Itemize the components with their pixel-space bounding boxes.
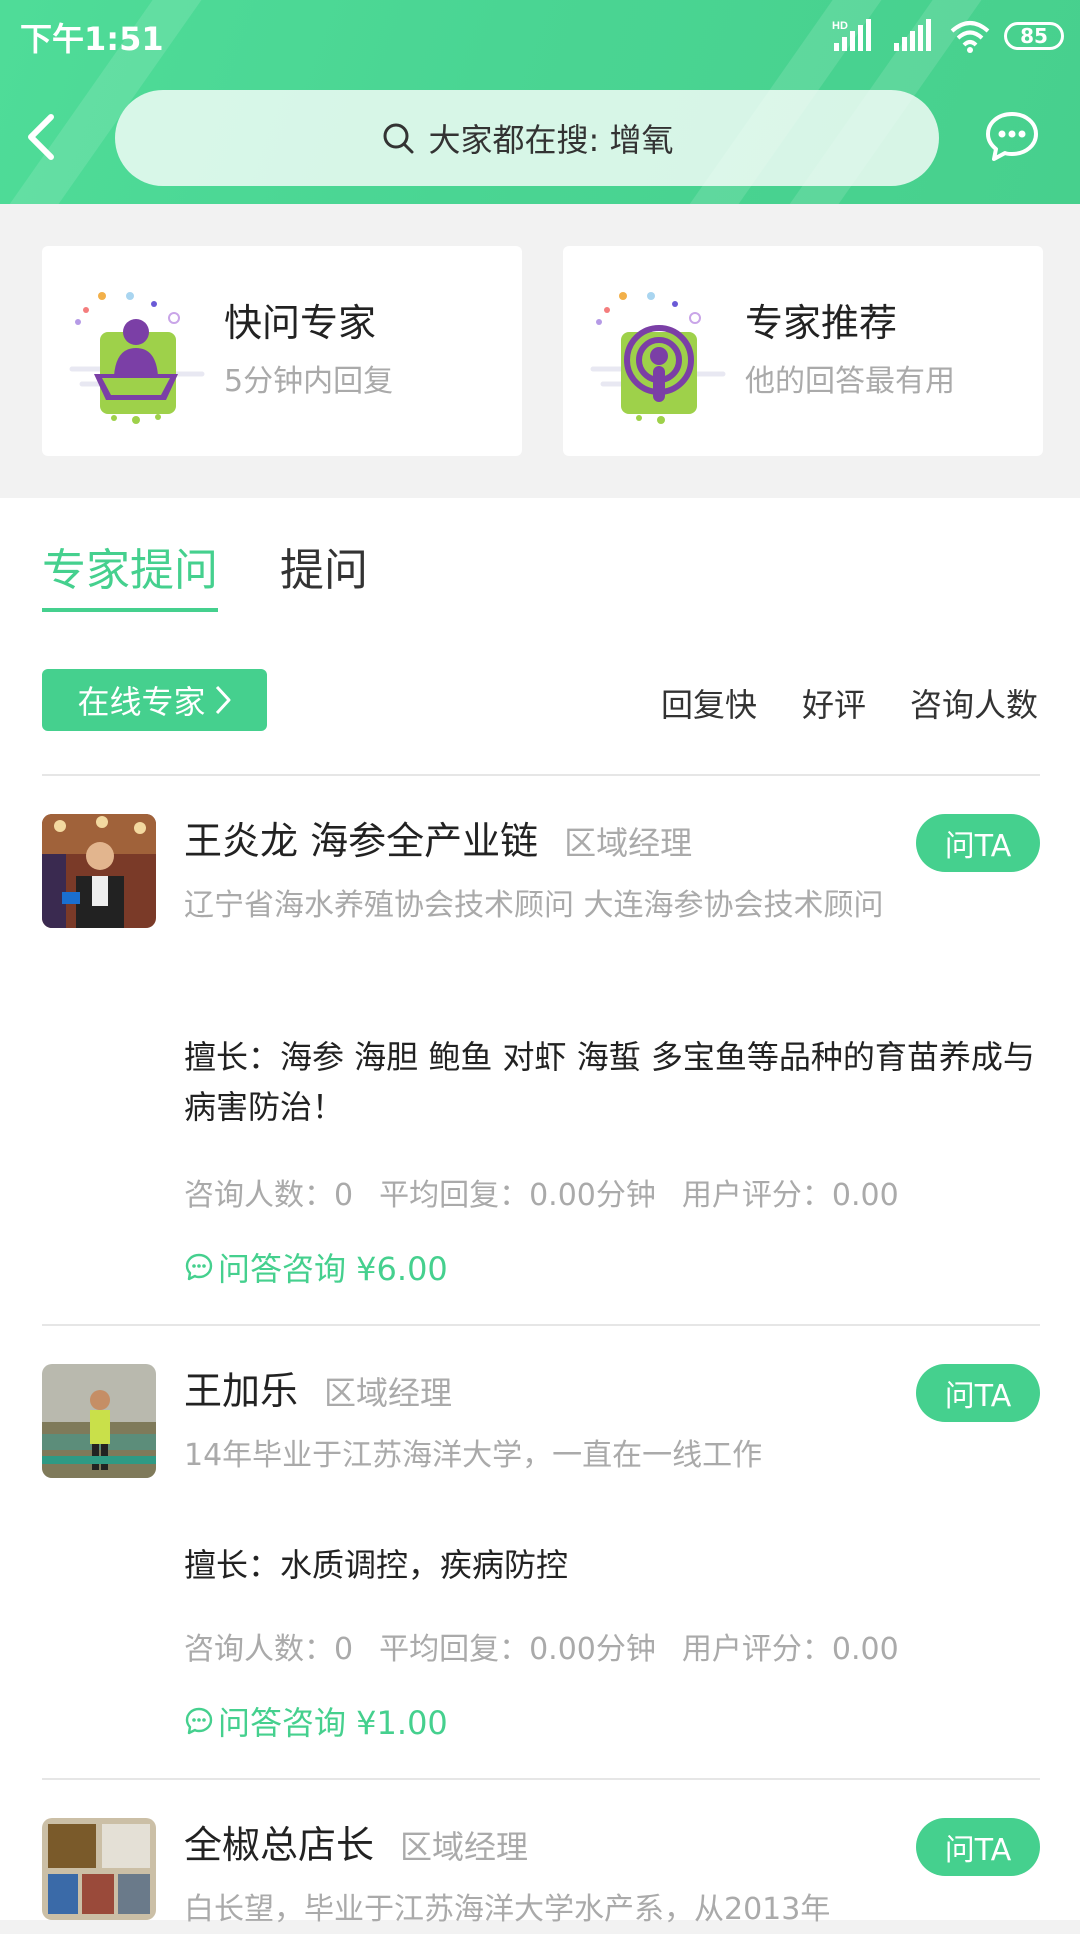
user-rating: 用户评分：0.00 — [681, 1178, 899, 1213]
consult-count: 咨询人数：0 — [184, 1178, 354, 1213]
expert-name: 王加乐 — [184, 1369, 299, 1413]
quick-actions: 快问专家 5分钟内回复 专家推荐 他的回答最有用 — [0, 204, 1080, 498]
tab-expert-questions[interactable]: 专家提问 — [42, 534, 218, 612]
online-experts-button[interactable]: 在线专家 — [42, 669, 267, 731]
signal-hd-icon: HD — [832, 19, 871, 51]
list-divider — [42, 1778, 1040, 1780]
wifi-icon — [950, 21, 990, 53]
avatar-photo — [42, 1818, 156, 1920]
search-placeholder: 大家都在搜: 增氧 — [428, 121, 674, 159]
avatar-photo — [42, 1364, 156, 1478]
expert-stats: 咨询人数：0 平均回复：0.00分钟 用户评分：0.00 — [184, 1624, 925, 1668]
quick-ask-expert-subtitle: 5分钟内回复 — [224, 364, 394, 399]
expert-name-row: 王加乐 区域经理 — [184, 1360, 452, 1415]
chat-icon — [185, 1253, 213, 1281]
sort-fast-reply[interactable]: 回复快 — [661, 680, 757, 726]
avg-reply: 平均回复：0.00分钟 — [379, 1632, 656, 1667]
expert-name-row: 全椒总店长 区域经理 — [184, 1814, 528, 1869]
consult-price[interactable]: 问答咨询 ¥1.00 — [184, 1698, 448, 1744]
battery-indicator: 85 — [1004, 22, 1064, 50]
list-divider — [42, 774, 1040, 776]
message-button[interactable] — [984, 108, 1040, 164]
status-time: 下午1:51 — [20, 20, 164, 58]
podcast-expert-icon — [590, 292, 726, 424]
top-header: 下午1:51 HD 85 大家都在搜: 增氧 — [0, 0, 1080, 204]
user-rating: 用户评分：0.00 — [681, 1632, 899, 1667]
chat-icon — [185, 1707, 213, 1735]
list-divider — [42, 1324, 1040, 1326]
signal-hd-label: HD — [832, 20, 848, 32]
signal-icon — [894, 19, 931, 51]
expert-name-row: 王炎龙 海参全产业链 区域经理 — [184, 810, 692, 865]
expert-role: 区域经理 — [564, 824, 693, 862]
avatar-photo — [42, 814, 156, 928]
quick-ask-expert-card[interactable]: 快问专家 5分钟内回复 — [42, 246, 522, 456]
ask-expert-button[interactable]: 问TA — [916, 1818, 1040, 1876]
consult-price-label: 问答咨询 ¥1.00 — [218, 1704, 448, 1742]
expert-avatar — [42, 1364, 156, 1478]
expert-name: 全椒总店长 — [184, 1823, 375, 1867]
expert-stats: 咨询人数：0 平均回复：0.00分钟 用户评分：0.00 — [184, 1170, 925, 1214]
expert-specialty: 擅长：水质调控，疾病防控 — [184, 1546, 569, 1584]
back-button[interactable] — [14, 110, 68, 164]
search-icon — [383, 123, 414, 154]
consult-price-label: 问答咨询 ¥6.00 — [218, 1250, 448, 1288]
back-arrow-icon — [28, 114, 54, 160]
expert-recommend-title: 专家推荐 — [745, 301, 898, 345]
expert-role: 区域经理 — [324, 1374, 453, 1412]
expert-recommend-subtitle: 他的回答最有用 — [745, 364, 955, 399]
expert-description: 白长望，毕业于江苏海洋大学水产系，从2013年 — [184, 1892, 831, 1927]
consult-price[interactable]: 问答咨询 ¥6.00 — [184, 1244, 448, 1290]
quick-ask-expert-title: 快问专家 — [224, 301, 377, 345]
chat-bubble-icon — [986, 112, 1038, 161]
expert-recommend-card[interactable]: 专家推荐 他的回答最有用 — [563, 246, 1043, 456]
expert-lecturer-icon — [69, 292, 205, 424]
ask-expert-button[interactable]: 问TA — [916, 814, 1040, 872]
search-bar[interactable]: 大家都在搜: 增氧 — [115, 90, 939, 186]
expert-specialty: 擅长：海参 海胆 鲍鱼 对虾 海蜇 多宝鱼等品种的育苗养成与病害防治！ — [184, 1038, 1035, 1126]
sort-rating[interactable]: 好评 — [802, 680, 866, 726]
expert-description: 14年毕业于江苏海洋大学，一直在一线工作 — [184, 1438, 763, 1473]
ask-expert-button[interactable]: 问TA — [916, 1364, 1040, 1422]
chevron-right-icon — [215, 685, 230, 715]
expert-description: 辽宁省海水养殖协会技术顾问 大连海参协会技术顾问 — [184, 888, 884, 923]
expert-role: 区域经理 — [400, 1828, 529, 1866]
expert-name: 王炎龙 海参全产业链 — [184, 819, 539, 863]
main-content: 专家提问 提问 在线专家 回复快 好评 咨询人数 王炎龙 海参全产业链 区域经理… — [0, 498, 1080, 1927]
online-experts-label: 在线专家 — [77, 683, 206, 721]
expert-avatar — [42, 814, 156, 928]
status-icons: HD 85 — [830, 14, 1064, 58]
avg-reply: 平均回复：0.00分钟 — [379, 1178, 656, 1213]
tab-questions[interactable]: 提问 — [280, 534, 368, 598]
expert-avatar — [42, 1818, 156, 1920]
consult-count: 咨询人数：0 — [184, 1632, 354, 1667]
sort-consult-count[interactable]: 咨询人数 — [910, 680, 1038, 726]
